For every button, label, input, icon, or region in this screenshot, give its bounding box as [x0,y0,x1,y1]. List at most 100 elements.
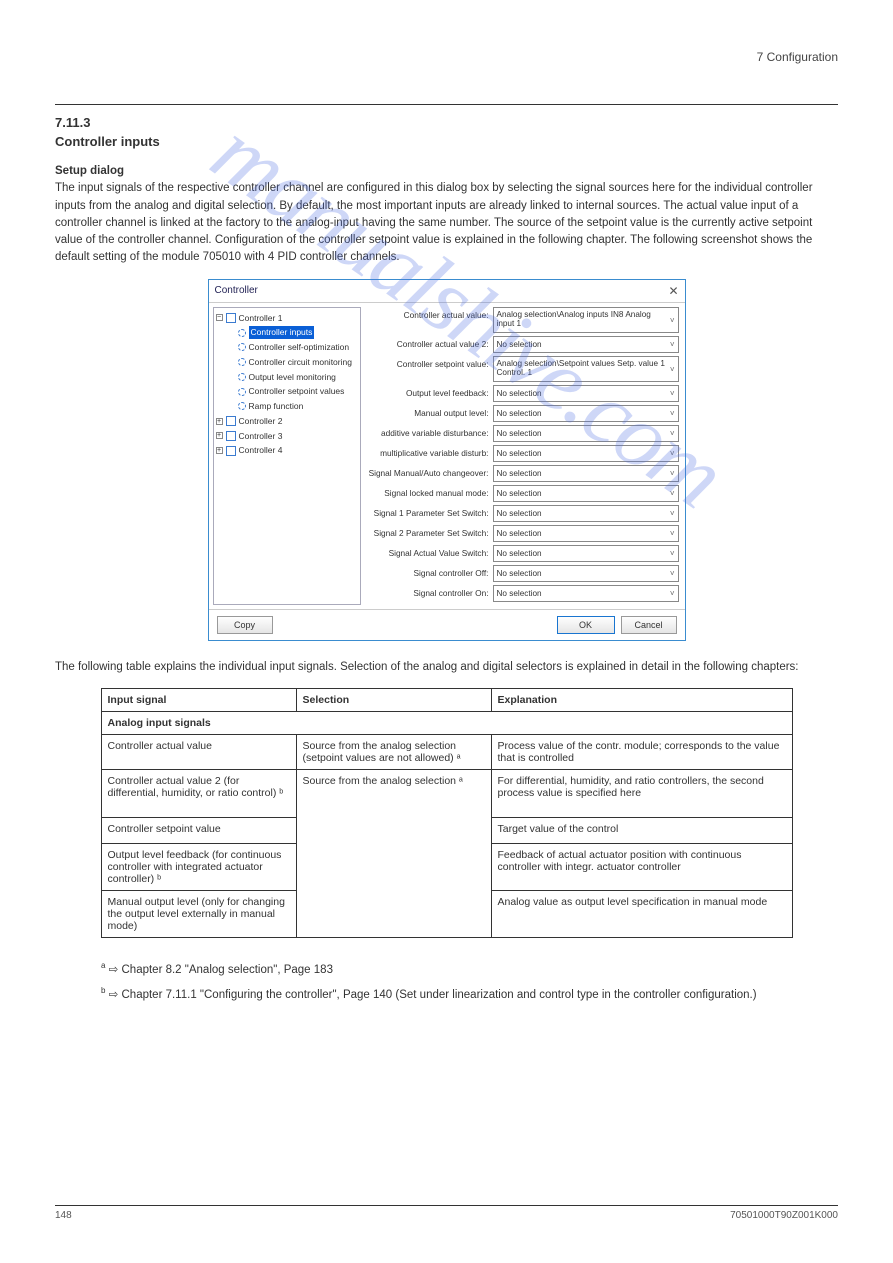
tree-self-optimization[interactable]: Controller self-optimization [249,341,350,354]
label-param2: Signal 2 Parameter Set Switch: [367,525,493,538]
section-title: Controller inputs [55,134,838,149]
tree-controller-4[interactable]: Controller 4 [239,444,283,457]
label-actual-value-2: Controller actual value 2: [367,336,493,349]
page-footer: 148 70501000T90Z001K000 [55,1205,838,1221]
cell-r4c1: Output level feedback (for continuous co… [101,843,296,890]
expand-icon[interactable]: + [216,447,223,454]
cell-r1c3: Process value of the contr. module; corr… [491,734,792,769]
expand-icon[interactable]: + [216,432,223,439]
node-icon [238,358,246,366]
label-manual-auto: Signal Manual/Auto changeover: [367,465,493,478]
label-actual-switch: Signal Actual Value Switch: [367,545,493,558]
tree-controller-3[interactable]: Controller 3 [239,430,283,443]
label-manual-output: Manual output level: [367,405,493,418]
cell-r1c2: Source from the analog selection (setpoi… [296,734,491,769]
cell-r3c3: Target value of the control [491,817,792,843]
label-setpoint: Controller setpoint value: [367,356,493,369]
expand-icon[interactable]: + [216,418,223,425]
controller-icon [226,431,236,441]
chevron-down-icon: ˅ [670,509,675,518]
select-actual-value-2[interactable]: No selection˅ [493,336,679,353]
tree-ramp-function[interactable]: Ramp function [249,400,304,413]
tree-output-level-monitoring[interactable]: Output level monitoring [249,371,336,384]
chevron-down-icon: ˅ [670,340,675,349]
label-output-feedback: Output level feedback: [367,385,493,398]
select-actual-value[interactable]: Analog selection\Analog inputs IN8 Analo… [493,307,679,333]
th-explanation: Explanation [491,688,792,711]
select-actual-switch[interactable]: No selection˅ [493,545,679,562]
select-manual-output[interactable]: No selection˅ [493,405,679,422]
controller-icon [226,313,236,323]
cell-r3c1: Controller setpoint value [101,817,296,843]
label-locked-manual: Signal locked manual mode: [367,485,493,498]
footer-page-number: 148 [55,1210,72,1221]
chevron-down-icon: ˅ [670,489,675,498]
controller-icon [226,416,236,426]
select-param1[interactable]: No selection˅ [493,505,679,522]
select-param2[interactable]: No selection˅ [493,525,679,542]
label-ctrl-on: Signal controller On: [367,585,493,598]
node-icon [238,329,246,337]
label-mult-disturb: multiplicative variable disturb: [367,445,493,458]
intro-paragraph-1: Setup dialog The input signals of the re… [55,163,838,267]
node-icon [238,388,246,396]
cell-r5c1: Manual output level (only for changing t… [101,890,296,937]
footer-doc-id: 70501000T90Z001K000 [730,1210,838,1221]
dialog-footer: Copy OK Cancel [209,609,685,640]
footnote-b: b ⇨ Chapter 7.11.1 "Configuring the cont… [101,985,792,1004]
cell-r2c2: Source from the analog selection ᵃ [296,769,491,937]
controller-dialog: Controller ✕ − Controller 1 Controller in… [208,279,686,641]
chevron-down-icon: ˅ [670,569,675,578]
dialog-titlebar: Controller ✕ [209,280,685,303]
chevron-down-icon: ˅ [670,316,675,325]
label-param1: Signal 1 Parameter Set Switch: [367,505,493,518]
chevron-down-icon: ˅ [670,529,675,538]
th-selection: Selection [296,688,491,711]
cancel-button[interactable]: Cancel [621,616,677,634]
chevron-down-icon: ˅ [670,469,675,478]
header-rule [55,104,838,105]
tree-circuit-monitoring[interactable]: Controller circuit monitoring [249,356,352,369]
controller-form: Controller actual value:Analog selection… [365,303,685,609]
select-ctrl-off[interactable]: No selection˅ [493,565,679,582]
chevron-down-icon: ˅ [670,365,675,374]
select-mult-disturb[interactable]: No selection˅ [493,445,679,462]
cell-r2c1: Controller actual value 2 (for different… [101,769,296,817]
cell-r4c3: Feedback of actual actuator position wit… [491,843,792,890]
collapse-icon[interactable]: − [216,314,223,321]
cell-r1c1: Controller actual value [101,734,296,769]
node-icon [238,343,246,351]
th-input-signal: Input signal [101,688,296,711]
input-signals-table: Input signal Selection Explanation Analo… [101,688,793,938]
select-manual-auto[interactable]: No selection˅ [493,465,679,482]
select-locked-manual[interactable]: No selection˅ [493,485,679,502]
chevron-down-icon: ˅ [670,589,675,598]
subhead-analog: Analog input signals [101,711,792,734]
label-ctrl-off: Signal controller Off: [367,565,493,578]
controller-tree[interactable]: − Controller 1 Controller inputs Controll… [213,307,361,605]
tree-controller-inputs[interactable]: Controller inputs [249,326,315,339]
label-additive-disturb: additive variable disturbance: [367,425,493,438]
chevron-down-icon: ˅ [670,449,675,458]
chevron-down-icon: ˅ [670,429,675,438]
select-additive-disturb[interactable]: No selection˅ [493,425,679,442]
chevron-down-icon: ˅ [670,549,675,558]
cell-r2c3: For differential, humidity, and ratio co… [491,769,792,817]
tree-controller-2[interactable]: Controller 2 [239,415,283,428]
dialog-title: Controller [215,285,258,296]
copy-button[interactable]: Copy [217,616,273,634]
ok-button[interactable]: OK [557,616,615,634]
node-icon [238,402,246,410]
page-header-label: 7 Configuration [55,50,838,64]
select-output-feedback[interactable]: No selection˅ [493,385,679,402]
controller-icon [226,446,236,456]
section-number: 7.11.3 [55,115,838,130]
footnote-a: a ⇨ Chapter 8.2 "Analog selection", Page… [101,960,792,979]
close-icon[interactable]: ✕ [668,284,678,298]
label-actual-value: Controller actual value: [367,307,493,320]
chevron-down-icon: ˅ [670,409,675,418]
select-setpoint[interactable]: Analog selection\Setpoint values Setp. v… [493,356,679,382]
tree-controller-1[interactable]: Controller 1 [239,312,283,325]
tree-setpoint-values[interactable]: Controller setpoint values [249,385,345,398]
select-ctrl-on[interactable]: No selection˅ [493,585,679,602]
